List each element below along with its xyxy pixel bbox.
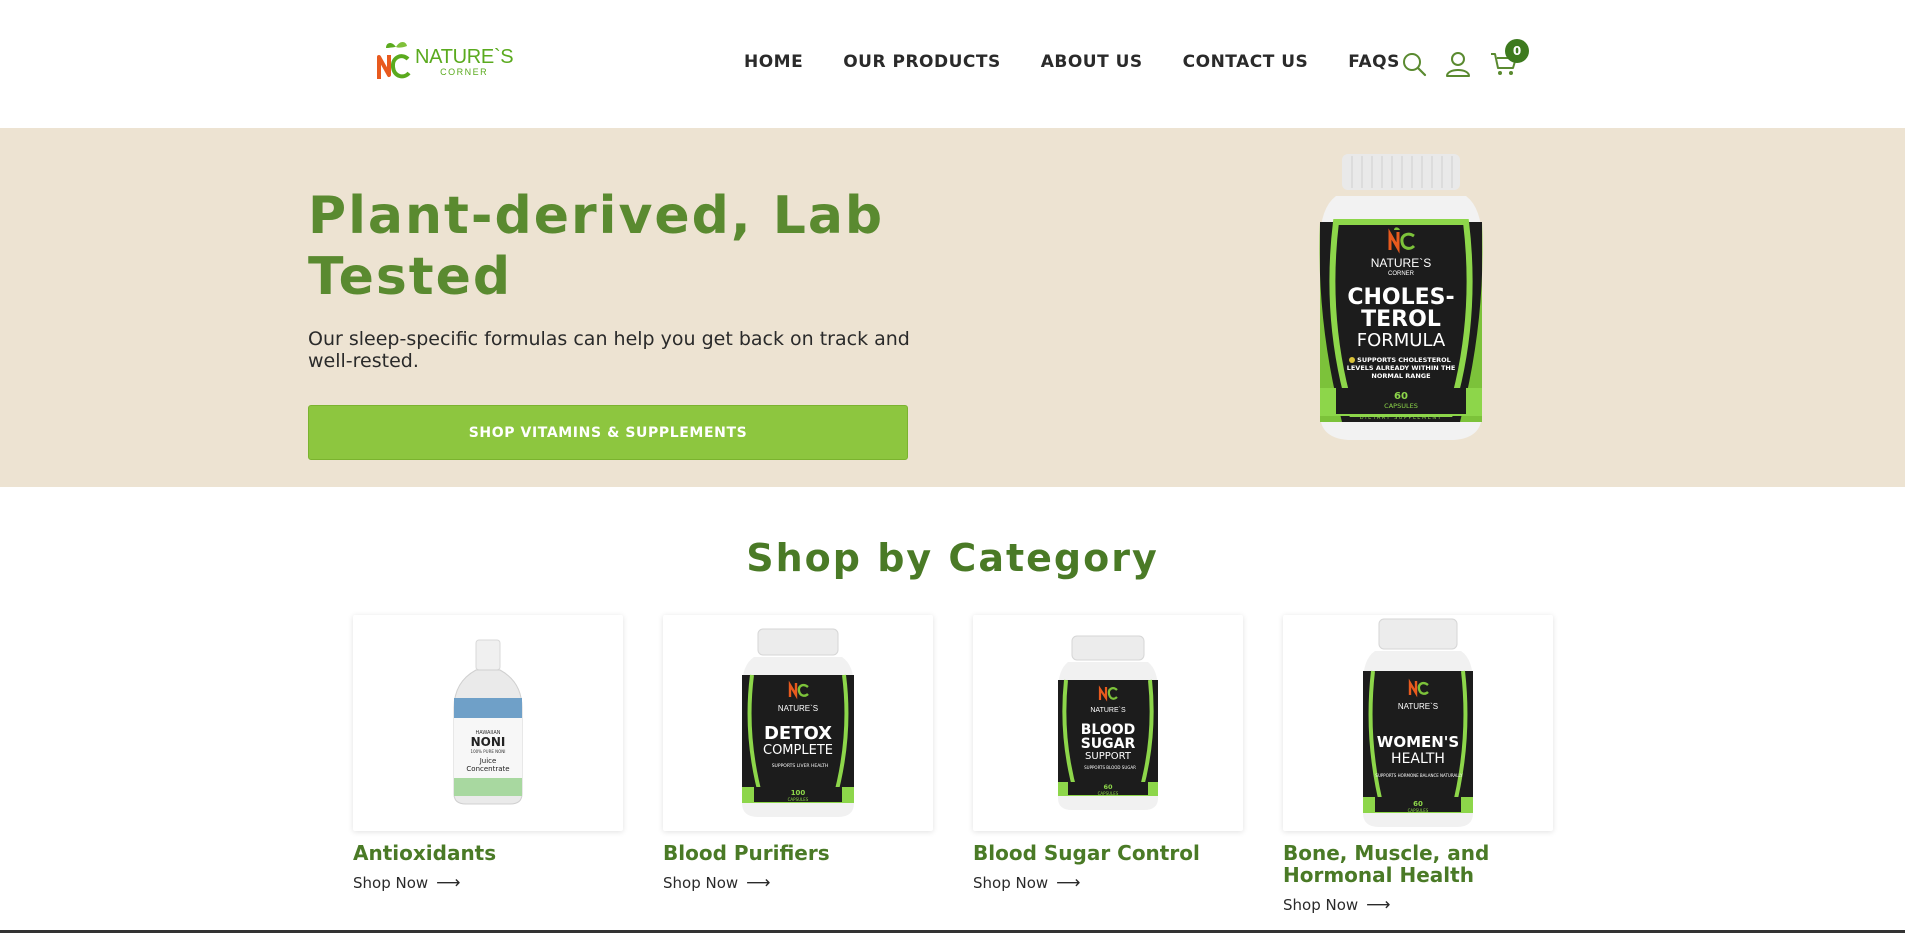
womens-brand: NATURE`S [1398, 702, 1438, 711]
sugar-line3: SUPPORT [1085, 751, 1132, 762]
detox-claim: SUPPORTS LIVER HEALTH [772, 763, 829, 769]
category-card-antioxidants[interactable]: HAWAIIAN NONI 100% PURE NONI Juice Conce… [353, 615, 623, 831]
sugar-claim: SUPPORTS BLOOD SUGAR [1084, 765, 1136, 770]
noni-line4: Juice [479, 757, 497, 765]
category-card-blood-sugar-control[interactable]: NATURE`S BLOOD SUGAR SUPPORT SUPPORTS BL… [973, 615, 1243, 831]
category-name-blood-purifiers[interactable]: Blood Purifiers [663, 842, 953, 864]
category-card-bone-muscle-hormonal[interactable]: NATURE`S WOMEN'S HEALTH SUPPORTS HORMONE… [1283, 615, 1553, 831]
womens-line1: WOMEN'S [1377, 733, 1459, 751]
nav-faqs[interactable]: FAQS [1348, 52, 1400, 72]
detox-line1: DETOX [764, 723, 832, 744]
cart-count-badge: 0 [1505, 39, 1529, 63]
womens-count: 60 [1413, 800, 1423, 808]
womens-claim: SUPPORTS HORMONE BALANCE NATURALLY [1375, 773, 1463, 778]
logo-sub: CORNER [440, 67, 489, 77]
womens-line2: HEALTH [1391, 751, 1445, 767]
detox-line2: COMPLETE [763, 743, 833, 758]
shop-now-label: Shop Now [973, 874, 1049, 892]
user-icon [1446, 52, 1470, 77]
sugar-count: 60 [1103, 783, 1113, 791]
sugar-brand: NATURE`S [1090, 707, 1126, 714]
shop-now-label: Shop Now [353, 874, 429, 892]
arrow-right-icon: ⟶ [436, 873, 461, 893]
nav-our-products[interactable]: OUR PRODUCTS [843, 52, 1001, 72]
detox-complete-bottle-image: NATURE`S DETOX COMPLETE SUPPORTS LIVER H… [742, 628, 854, 817]
bottle-count-unit: CAPSULES [1384, 402, 1418, 410]
account-button[interactable] [1444, 50, 1472, 78]
bottle-line3: FORMULA [1357, 330, 1446, 351]
section-title: Shop by Category [746, 536, 1159, 580]
noni-line5: Concentrate [466, 765, 509, 773]
shop-now-link-blood-sugar-control[interactable]: Shop Now ⟶ [973, 873, 1081, 893]
sugar-count-unit: CAPSULES [1098, 791, 1119, 796]
shop-now-label: Shop Now [663, 874, 739, 892]
search-icon [1403, 53, 1427, 77]
category-card-blood-purifiers[interactable]: NATURE`S DETOX COMPLETE SUPPORTS LIVER H… [663, 615, 933, 831]
bottle-claim3: NORMAL RANGE [1371, 372, 1430, 380]
arrow-right-icon: ⟶ [1056, 873, 1081, 893]
shop-now-link-antioxidants[interactable]: Shop Now ⟶ [353, 873, 461, 893]
logo-name: NATURE`S [415, 46, 514, 68]
hero-title: Plant-derived, Lab Tested [308, 186, 885, 307]
blood-sugar-support-bottle-image: NATURE`S BLOOD SUGAR SUPPORT SUPPORTS BL… [1058, 635, 1158, 810]
nav-home[interactable]: HOME [744, 52, 803, 72]
bottle-line2: TEROL [1361, 307, 1441, 332]
detox-brand: NATURE`S [778, 704, 818, 713]
category-name-bone-muscle-hormonal[interactable]: Bone, Muscle, and Hormonal Health [1283, 842, 1573, 886]
hero-subtitle: Our sleep-specific formulas can help you… [308, 328, 910, 372]
bottle-claim1: SUPPORTS CHOLESTEROL [1357, 356, 1451, 364]
category-name-blood-sugar-control[interactable]: Blood Sugar Control [973, 842, 1263, 864]
site-header: NATURE`S CORNER HOME OUR PRODUCTS ABOUT … [0, 0, 1905, 128]
shop-now-link-blood-purifiers[interactable]: Shop Now ⟶ [663, 873, 771, 893]
womens-count-unit: CAPSULES [1408, 808, 1429, 813]
arrow-right-icon: ⟶ [746, 873, 771, 893]
logo-text: NATURE`S CORNER [415, 46, 514, 77]
shop-now-link-bone-muscle-hormonal[interactable]: Shop Now ⟶ [1283, 895, 1391, 915]
bottle-footer: DIETARY SUPPLEMENT [1360, 415, 1442, 421]
site-logo[interactable]: NATURE`S CORNER [374, 38, 516, 86]
bottle-claim2: LEVELS ALREADY WITHIN THE [1347, 364, 1456, 372]
arrow-right-icon: ⟶ [1366, 895, 1391, 915]
nav-about-us[interactable]: ABOUT US [1041, 52, 1143, 72]
sugar-line2: SUGAR [1081, 736, 1136, 752]
hero-banner: Plant-derived, Lab Tested Our sleep-spec… [0, 128, 1905, 487]
detox-count: 100 [791, 789, 806, 797]
bottle-brand-sub: CORNER [1388, 271, 1415, 277]
shop-vitamins-button[interactable]: SHOP VITAMINS & SUPPLEMENTS [308, 405, 908, 460]
shop-now-label: Shop Now [1283, 896, 1359, 914]
search-button[interactable] [1400, 50, 1428, 78]
detox-count-unit: CAPSULES [788, 797, 809, 802]
noni-line2: NONI [471, 735, 506, 749]
womens-health-bottle-image: NATURE`S WOMEN'S HEALTH SUPPORTS HORMONE… [1363, 618, 1473, 827]
logo-mark-icon [377, 42, 411, 79]
cholesterol-formula-bottle-image[interactable]: NATURE`S CORNER CHOLES- TEROL FORMULA SU… [1318, 152, 1484, 442]
category-name-antioxidants[interactable]: Antioxidants [353, 842, 643, 864]
bottle-brand: NATURE`S [1371, 256, 1431, 270]
noni-line3: 100% PURE NONI [471, 749, 506, 754]
noni-juice-bottle-image: HAWAIIAN NONI 100% PURE NONI Juice Conce… [453, 639, 523, 805]
bottle-count: 60 [1394, 391, 1408, 402]
nav-contact-us[interactable]: CONTACT US [1183, 52, 1309, 72]
main-nav: HOME OUR PRODUCTS ABOUT US CONTACT US FA… [744, 52, 1400, 72]
